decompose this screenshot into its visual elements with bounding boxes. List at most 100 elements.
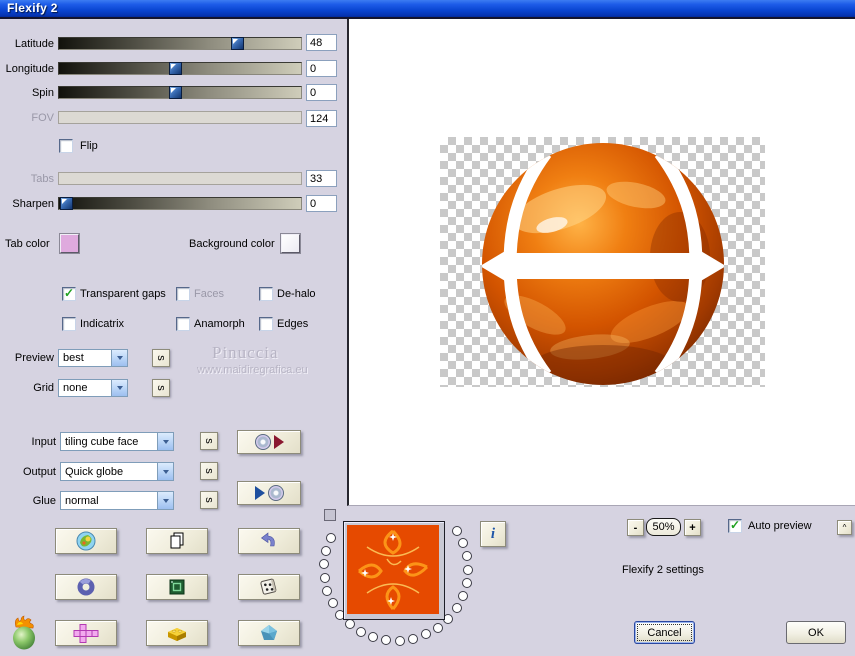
latitude-slider[interactable] [58, 37, 302, 50]
load-settings-button[interactable] [237, 430, 301, 454]
longitude-slider[interactable] [58, 62, 302, 75]
zoom-out-button[interactable]: - [627, 519, 644, 536]
input-dropdown-value: tiling cube face [65, 435, 139, 448]
spin-slider-thumb[interactable] [169, 86, 182, 99]
copy-button[interactable] [146, 528, 208, 554]
cancel-button[interactable]: Cancel [634, 621, 695, 644]
ring-dot [462, 564, 473, 575]
transparent-gaps-checkbox[interactable] [62, 286, 76, 301]
cube-net-button[interactable] [55, 620, 117, 646]
ring-handle[interactable] [324, 509, 336, 521]
fov-value[interactable] [306, 110, 337, 127]
preview-dropdown[interactable]: best [58, 349, 128, 367]
logo-button[interactable] [55, 528, 117, 554]
output-s-button[interactable]: s [200, 462, 218, 480]
preview-s-button[interactable]: s [152, 349, 170, 367]
brick-button[interactable] [146, 620, 208, 646]
indicatrix-label: Indicatrix [80, 318, 125, 330]
spin-value[interactable] [306, 84, 337, 101]
longitude-slider-thumb[interactable] [169, 62, 182, 75]
dehalo-checkbox[interactable] [259, 287, 273, 301]
faces-label: Faces [194, 288, 224, 300]
chevron-down-icon[interactable] [111, 380, 127, 396]
flip-label: Flip [80, 140, 98, 152]
ring-dot [421, 629, 432, 640]
ring-dot [326, 532, 337, 543]
flip-checkbox[interactable] [59, 139, 73, 153]
collapse-button[interactable]: ^ [837, 520, 852, 535]
preview-dropdown-value: best [63, 352, 84, 364]
background-color-swatch[interactable] [281, 234, 300, 253]
ok-button[interactable]: OK [786, 621, 846, 644]
ring-dot [322, 585, 333, 596]
chevron-down-icon[interactable] [111, 350, 127, 366]
lego-brick-icon [168, 627, 186, 641]
title-bar[interactable]: Flexify 2 [0, 0, 855, 19]
glue-dropdown-label: Glue [32, 495, 56, 507]
grid-dropdown-label: Grid [33, 382, 54, 394]
ring-dot [461, 551, 472, 561]
chevron-down-icon[interactable] [157, 433, 173, 450]
ring-dot [319, 572, 330, 583]
plus-icon: + [689, 521, 696, 534]
latitude-slider-thumb[interactable] [231, 37, 244, 50]
glue-s-button[interactable]: s [200, 491, 218, 509]
spin-slider[interactable] [58, 86, 302, 99]
indicatrix-checkbox[interactable] [62, 317, 76, 331]
blue-play-icon [254, 486, 265, 500]
auto-preview-checkbox[interactable] [728, 518, 742, 533]
edges-checkbox[interactable] [259, 317, 273, 331]
anamorph-checkbox[interactable] [176, 317, 190, 331]
latitude-value[interactable] [306, 34, 337, 51]
disc-icon [267, 485, 284, 501]
grid-s-button[interactable]: s [152, 379, 170, 397]
info-button[interactable]: i [480, 521, 506, 547]
tabs-label: Tabs [30, 173, 54, 185]
tabs-slider [58, 172, 302, 185]
ring-dot [432, 622, 443, 633]
glue-dropdown[interactable]: normal [60, 491, 174, 510]
input-dropdown[interactable]: tiling cube face [60, 432, 174, 451]
chevron-down-icon[interactable] [157, 463, 173, 480]
sharpen-value[interactable] [306, 195, 337, 212]
torus-button[interactable] [55, 574, 117, 600]
edges-label: Edges [277, 318, 309, 330]
tabs-value[interactable] [306, 170, 337, 187]
glue-dropdown-value: normal [65, 494, 99, 507]
ring-dot [451, 603, 462, 613]
polyhedron-button[interactable] [238, 620, 300, 646]
dice-button[interactable] [238, 574, 300, 600]
dice-icon [260, 578, 277, 595]
save-settings-button[interactable] [237, 481, 301, 505]
preview-sphere-render [482, 143, 724, 385]
anamorph-label: Anamorph [194, 318, 245, 330]
watermark-url: www.maidiregrafica.eu [197, 364, 308, 376]
zoom-percent[interactable]: 50% [646, 518, 681, 536]
frame-button[interactable] [146, 574, 208, 600]
disc-icon [254, 434, 271, 450]
output-dropdown-value: Quick globe [65, 465, 124, 478]
ring-dot [355, 626, 366, 637]
background-color-label: Background color [189, 238, 275, 250]
auto-preview-label: Auto preview [748, 520, 812, 532]
ring-dot [457, 590, 468, 601]
info-icon: i [490, 525, 496, 542]
minus-icon: - [633, 521, 638, 534]
dehalo-label: De-halo [277, 288, 316, 300]
input-s-button[interactable]: s [200, 432, 218, 450]
longitude-value[interactable] [306, 60, 337, 77]
torus-icon [77, 578, 95, 596]
sharpen-slider[interactable] [58, 197, 302, 210]
tab-color-swatch[interactable] [60, 234, 79, 253]
ring-dot [344, 619, 355, 630]
settings-status-text: Flexify 2 settings [622, 564, 704, 576]
cube-net-icon [73, 623, 98, 643]
sharpen-slider-thumb[interactable] [60, 197, 73, 210]
source-thumbnail[interactable] [343, 521, 445, 620]
grid-dropdown[interactable]: none [58, 379, 128, 397]
zoom-in-button[interactable]: + [684, 519, 701, 536]
ring-dot [458, 537, 469, 548]
undo-button[interactable] [238, 528, 300, 554]
output-dropdown[interactable]: Quick globe [60, 462, 174, 481]
chevron-down-icon[interactable] [157, 492, 173, 509]
